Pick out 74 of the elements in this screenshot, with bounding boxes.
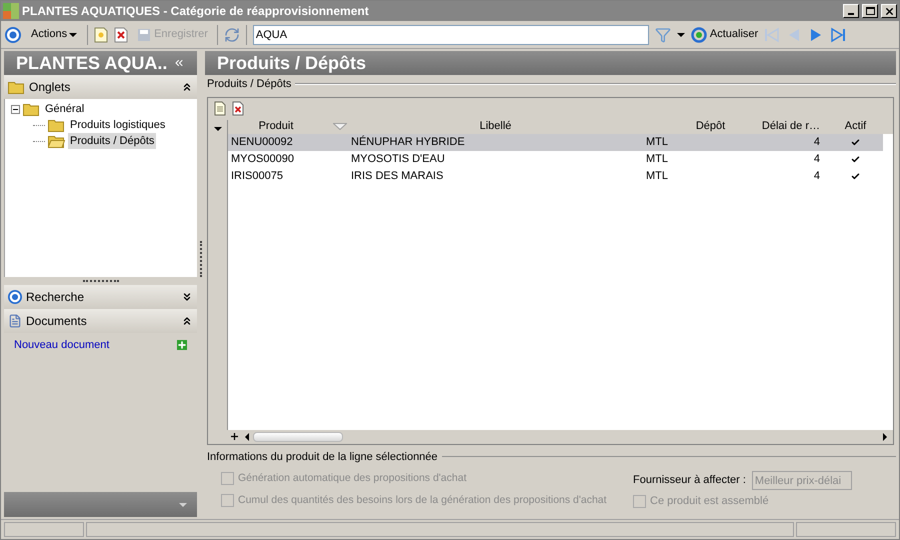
row-menu-arrow-icon[interactable] xyxy=(214,126,222,130)
scroll-left-arrow-icon[interactable] xyxy=(245,432,249,440)
page-title: Produits / Dépôts xyxy=(217,52,366,75)
open-folder-icon xyxy=(48,134,65,148)
active-checkmark[interactable] xyxy=(850,154,861,164)
delete-document-icon[interactable] xyxy=(114,26,128,42)
new-document-icon[interactable] xyxy=(94,26,108,42)
dropdown-arrow-icon[interactable] xyxy=(676,32,685,36)
table-cell-text: MYOS00090 xyxy=(230,152,295,167)
collapse-panel-icon[interactable] xyxy=(173,57,185,69)
window-title: PLANTES AQUATIQUES - Catégorie de réapprovisionnement xyxy=(22,3,369,20)
section-header[interactable]: Recherche xyxy=(4,285,197,309)
scroll-right-arrow-icon[interactable] xyxy=(883,432,887,440)
table-cell-text: MTL xyxy=(645,152,669,167)
collapse-icon[interactable] xyxy=(181,315,193,327)
column-header[interactable]: Produit xyxy=(228,120,348,134)
refresh-icon xyxy=(690,26,707,42)
table-cell-text: MTL xyxy=(645,168,669,184)
table-cell-text: MYOSOTIS D'EAU xyxy=(350,152,446,167)
plus-icon[interactable] xyxy=(230,432,239,441)
table-cell-text: IRIS DES MARAIS xyxy=(350,168,444,184)
table-cell-text: NENU00092 xyxy=(230,134,294,150)
table-cell-text: 4 xyxy=(812,168,821,184)
table-cell-text: 4 xyxy=(812,152,821,167)
folder-icon xyxy=(23,102,40,116)
checkbox-label: Cumul des quantités des besoins lors de la génération des propositions d'achat xyxy=(238,492,607,508)
table-cell-text: NÉNUPHAR HYBRIDE xyxy=(350,134,466,150)
table-cell-text: MTL xyxy=(645,134,669,150)
active-checkmark[interactable] xyxy=(850,170,861,182)
table-cell-text: 4 xyxy=(812,134,821,150)
new-document-link[interactable]: Nouveau document xyxy=(14,337,177,354)
actions-menu[interactable]: Actions xyxy=(27,26,82,43)
collapse-icon[interactable] xyxy=(11,104,20,114)
scrollbar-thumb[interactable] xyxy=(253,432,343,442)
close-icon xyxy=(884,6,894,16)
table-cell-text: IRIS00075 xyxy=(230,168,284,184)
folder-icon xyxy=(8,80,25,94)
refresh-button[interactable]: Actualiser xyxy=(690,26,758,43)
app-icon xyxy=(3,3,19,19)
new-row-icon[interactable] xyxy=(214,101,226,116)
checkbox-label: Génération automatique des propositions d'achat xyxy=(238,471,466,486)
expand-icon[interactable] xyxy=(181,291,193,303)
section-title: Onglets xyxy=(29,79,72,96)
supplier-label: Fournisseur à affecter : xyxy=(633,473,746,488)
target-icon[interactable] xyxy=(5,26,21,42)
info-title: Informations du produit de la ligne sélectionnée xyxy=(206,450,438,464)
group-title: Produits / Dépôts xyxy=(206,77,292,92)
tree-item[interactable]: Général xyxy=(43,100,86,118)
delete-row-icon[interactable] xyxy=(232,101,244,116)
folder-icon xyxy=(48,118,65,132)
document-icon xyxy=(8,314,22,328)
column-header[interactable]: Dépôt xyxy=(643,120,738,134)
column-header[interactable]: Actif xyxy=(828,120,883,134)
checkbox-label: Ce produit est assemblé xyxy=(650,494,769,509)
maximize-button[interactable] xyxy=(862,4,878,18)
section-header[interactable]: Onglets xyxy=(4,75,197,99)
sidebar-title: PLANTES AQUA.. xyxy=(16,52,168,74)
section-title: Documents xyxy=(26,313,88,330)
target-icon xyxy=(8,290,22,304)
tree-item[interactable]: Produits logistiques xyxy=(68,116,168,134)
active-checkmark[interactable] xyxy=(850,136,861,148)
last-record-icon[interactable] xyxy=(830,26,846,42)
table-row[interactable]: NENU00092 NÉNUPHAR HYBRIDE MTL 4 xyxy=(228,134,883,150)
collapse-icon[interactable] xyxy=(181,81,193,93)
close-button[interactable] xyxy=(881,4,897,18)
column-header[interactable]: Délai de r… xyxy=(738,120,828,134)
column-header[interactable]: Libellé xyxy=(348,120,643,134)
search-field[interactable]: AQUA xyxy=(252,24,649,44)
tree-item[interactable]: Produits / Dépôts xyxy=(68,132,156,150)
minimize-button[interactable] xyxy=(843,4,859,18)
add-icon[interactable] xyxy=(177,340,187,350)
sort-icon xyxy=(333,123,348,130)
section-title: Recherche xyxy=(26,289,86,306)
section-header[interactable]: Documents xyxy=(4,309,197,333)
